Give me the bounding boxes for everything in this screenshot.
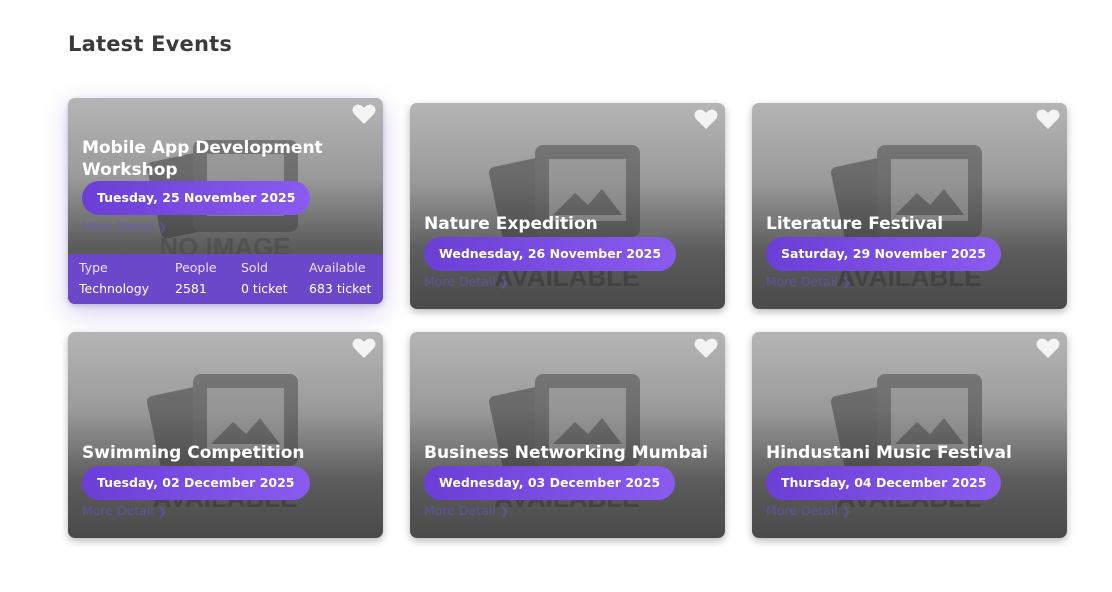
chevron-right-icon: ❯ — [157, 505, 168, 518]
more-detail-link[interactable]: More Detail ❯ — [82, 219, 167, 234]
favorite-button[interactable] — [693, 336, 719, 360]
more-detail-link[interactable]: More Detail ❯ — [82, 503, 167, 518]
heart-icon — [694, 109, 718, 129]
heart-icon — [694, 338, 718, 358]
more-detail-link[interactable]: More Detail ❯ — [766, 274, 851, 289]
chevron-right-icon: ❯ — [841, 276, 852, 289]
heart-icon — [352, 338, 376, 358]
stat-available: Available 683 ticket — [309, 260, 371, 297]
stat-value: Technology — [79, 281, 150, 296]
event-title: Hindustani Music Festival — [766, 443, 1012, 463]
event-title: Mobile App Development Workshop — [82, 138, 323, 180]
favorite-button[interactable] — [1035, 336, 1061, 360]
chevron-right-icon: ❯ — [157, 221, 168, 234]
events-grid: NO IMAGE Mobile App Development Workshop… — [0, 0, 1112, 592]
more-detail-label: More Detail — [766, 503, 838, 518]
stat-label: Type — [79, 260, 108, 275]
event-card[interactable]: AVAILABLE Swimming Competition Tuesday, … — [68, 332, 383, 538]
event-date[interactable]: Thursday, 04 December 2025 — [766, 466, 1002, 500]
chevron-right-icon: ❯ — [499, 505, 510, 518]
more-detail-label: More Detail — [424, 274, 496, 289]
heart-icon — [1036, 338, 1060, 358]
event-card[interactable]: AVAILABLE Literature Festival Saturday, … — [752, 103, 1067, 309]
favorite-button[interactable] — [351, 336, 377, 360]
chevron-right-icon: ❯ — [499, 276, 510, 289]
event-date[interactable]: Wednesday, 03 December 2025 — [424, 466, 676, 500]
event-title: Nature Expedition — [424, 214, 598, 234]
heart-icon — [1036, 109, 1060, 129]
more-detail-label: More Detail — [424, 503, 496, 518]
stat-type: Type Technology — [79, 260, 149, 297]
stat-label: Sold — [241, 260, 268, 275]
favorite-button[interactable] — [1035, 107, 1061, 131]
favorite-button[interactable] — [351, 102, 377, 126]
event-card[interactable]: AVAILABLE Nature Expedition Wednesday, 2… — [410, 103, 725, 309]
event-date[interactable]: Wednesday, 26 November 2025 — [424, 237, 677, 271]
event-card[interactable]: AVAILABLE Hindustani Music Festival Thur… — [752, 332, 1067, 538]
more-detail-label: More Detail — [82, 503, 154, 518]
event-date[interactable]: Tuesday, 25 November 2025 — [82, 181, 311, 215]
event-title: Swimming Competition — [82, 443, 305, 463]
stat-value: 0 ticket — [241, 281, 288, 296]
chevron-right-icon: ❯ — [841, 505, 852, 518]
stat-value: 683 ticket — [309, 281, 372, 296]
stat-value: 2581 — [175, 281, 207, 296]
favorite-button[interactable] — [693, 107, 719, 131]
more-detail-label: More Detail — [766, 274, 838, 289]
event-title: Literature Festival — [766, 214, 944, 234]
heart-icon — [352, 104, 376, 124]
stat-label: People — [175, 260, 217, 275]
more-detail-label: More Detail — [82, 219, 154, 234]
more-detail-link[interactable]: More Detail ❯ — [424, 503, 509, 518]
more-detail-link[interactable]: More Detail ❯ — [766, 503, 851, 518]
event-card[interactable]: NO IMAGE Mobile App Development Workshop… — [68, 98, 383, 304]
event-date[interactable]: Tuesday, 02 December 2025 — [82, 466, 310, 500]
stat-people: People 2581 — [175, 260, 217, 297]
event-stats: Type Technology People 2581 Sold 0 ticke… — [68, 254, 383, 304]
event-date[interactable]: Saturday, 29 November 2025 — [766, 237, 1001, 271]
more-detail-link[interactable]: More Detail ❯ — [424, 274, 509, 289]
stat-label: Available — [309, 260, 366, 275]
stat-sold: Sold 0 ticket — [241, 260, 288, 297]
event-card[interactable]: AVAILABLE Business Networking Mumbai Wed… — [410, 332, 725, 538]
event-title: Business Networking Mumbai — [424, 443, 708, 463]
